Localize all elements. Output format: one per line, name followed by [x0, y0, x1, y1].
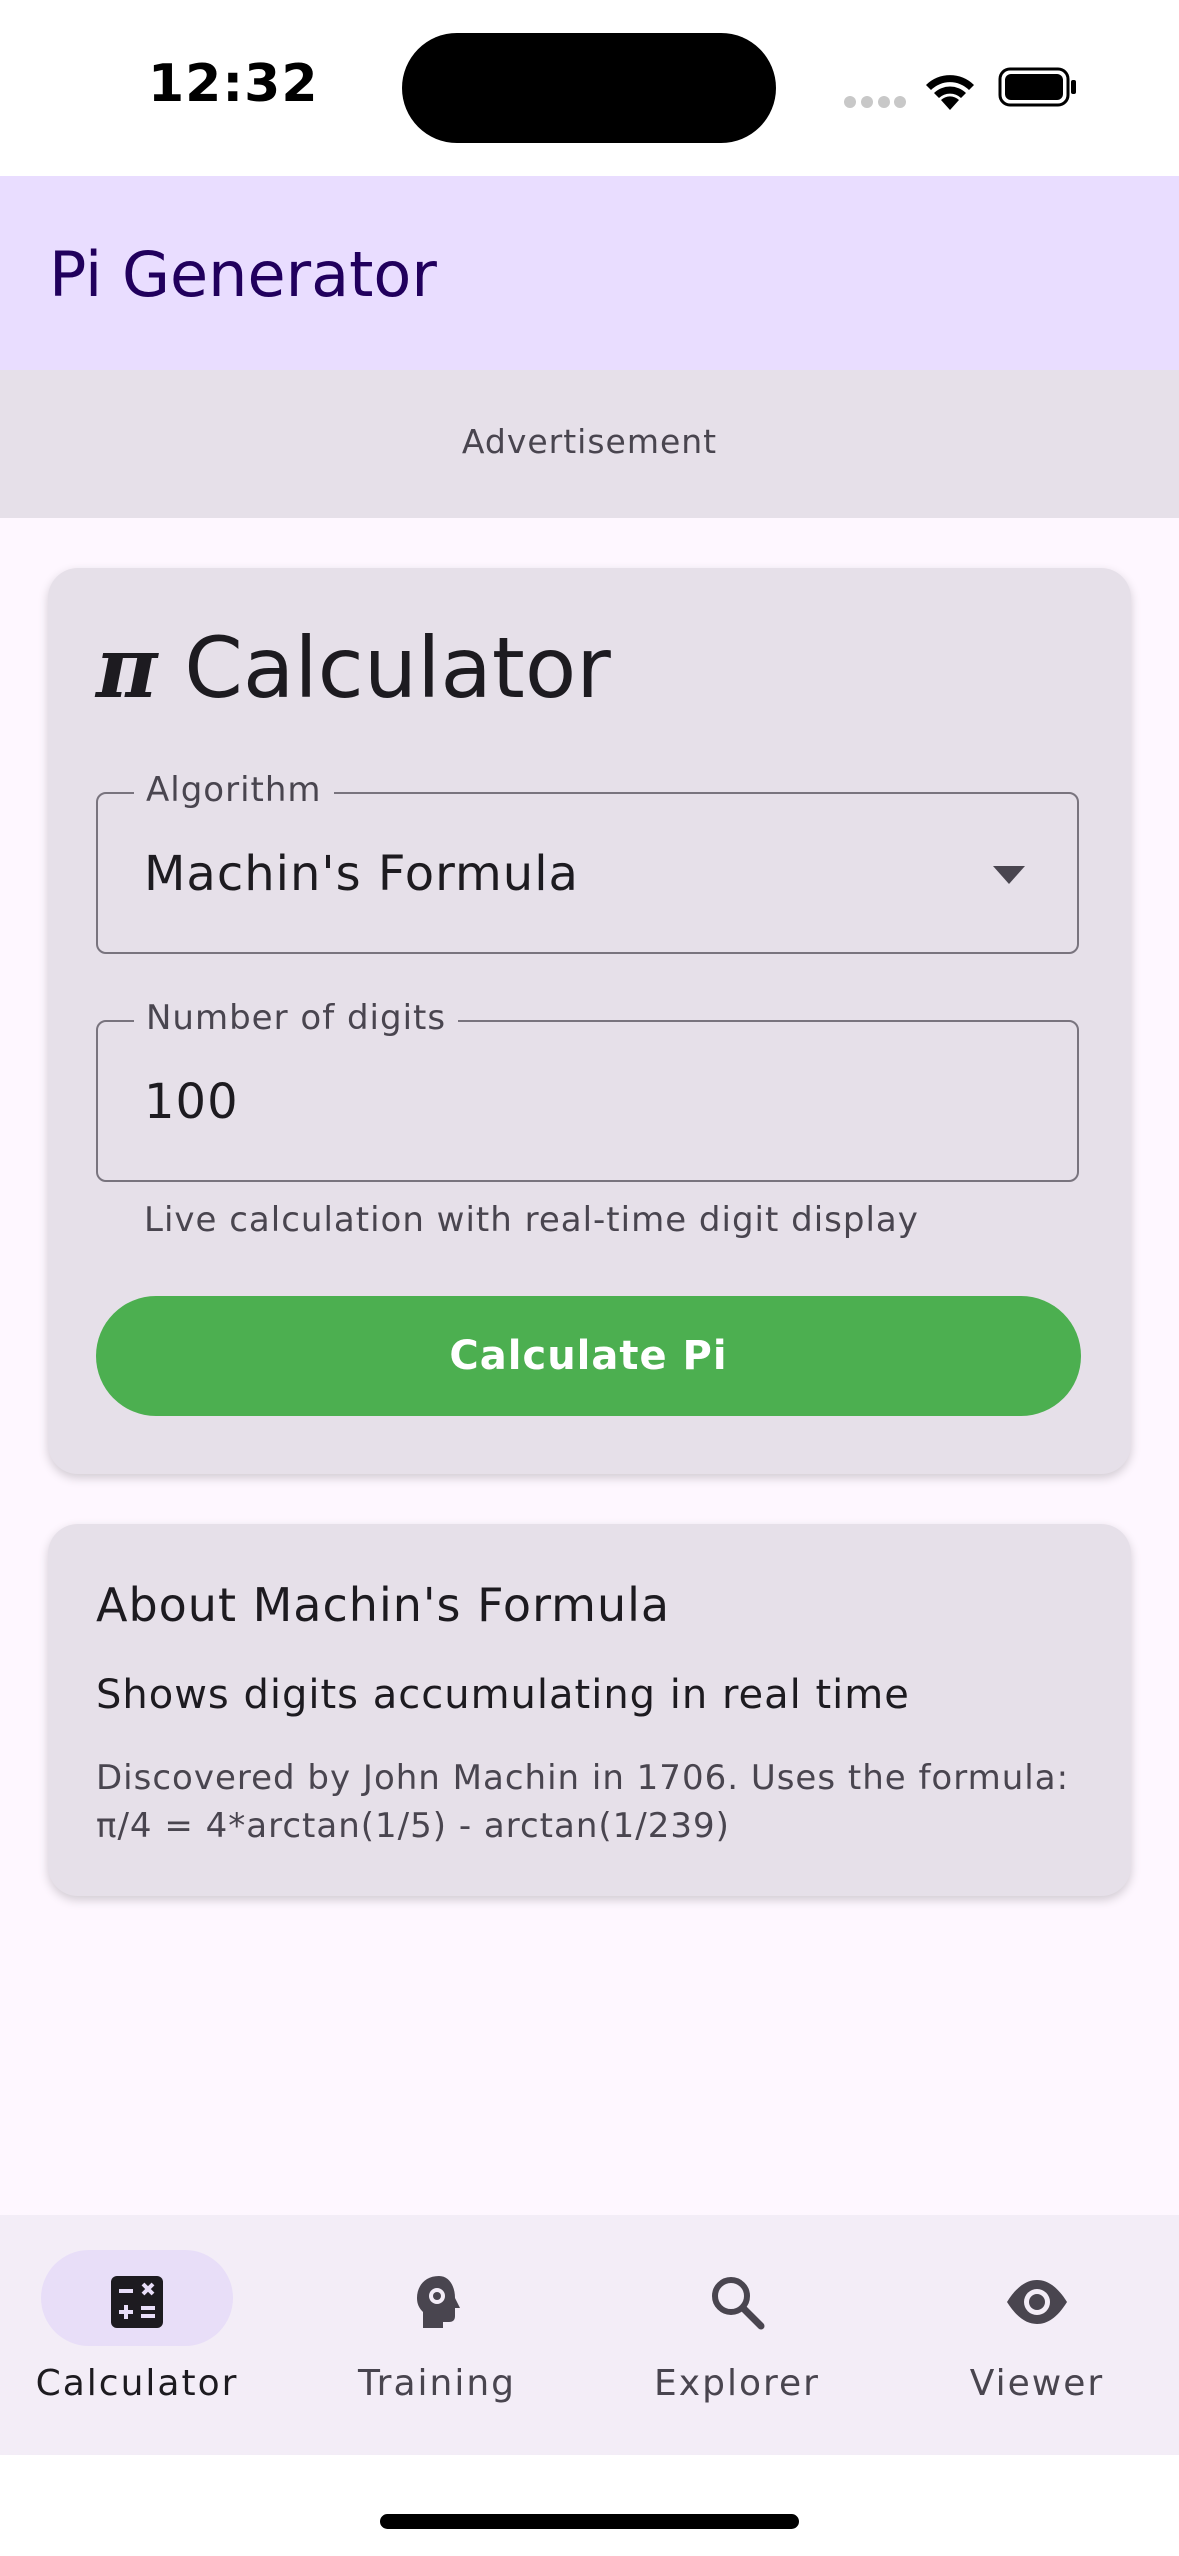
- about-subtitle: Shows digits accumulating in real time: [96, 1672, 910, 1718]
- search-icon: [712, 2277, 765, 2330]
- signal-dots-icon: [844, 96, 906, 110]
- nav-label-training: Training: [357, 2363, 517, 2404]
- nav-label-calculator: Calculator: [35, 2363, 239, 2404]
- digits-label: Number of digits: [134, 998, 459, 1038]
- algorithm-value: Machin's Formula: [144, 846, 579, 902]
- algorithm-label: Algorithm: [134, 770, 334, 810]
- calculator-icon: [111, 2276, 163, 2328]
- app-title: Pi Generator: [49, 238, 437, 311]
- home-indicator[interactable]: [380, 2514, 799, 2529]
- calculate-pi-button[interactable]: Calculate Pi: [96, 1296, 1081, 1416]
- ad-banner[interactable]: Advertisement: [0, 370, 1179, 518]
- about-title: About Machin's Formula: [96, 1578, 671, 1632]
- calculator-title-text: Calculator: [184, 619, 611, 717]
- digits-input[interactable]: Number of digits 100: [96, 998, 1079, 1182]
- psychology-icon: [417, 2276, 460, 2328]
- about-card: About Machin's Formula Shows digits accu…: [48, 1524, 1131, 1896]
- wifi-icon: [926, 75, 974, 110]
- ad-label: Advertisement: [461, 422, 718, 461]
- bottom-navigation: Calculator Training Explorer Viewer: [0, 2215, 1179, 2455]
- nav-item-viewer[interactable]: Viewer: [887, 2215, 1179, 2455]
- digits-helper-text: Live calculation with real-time digit di…: [144, 1200, 919, 1240]
- battery-icon: [998, 67, 1076, 107]
- nav-label-viewer: Viewer: [969, 2363, 1105, 2404]
- about-description: Discovered by John Machin in 1706. Uses …: [96, 1758, 1070, 1846]
- pi-symbol: π: [96, 618, 158, 717]
- status-time: 12:32: [148, 54, 319, 114]
- dropdown-arrow-icon[interactable]: [993, 866, 1025, 884]
- status-bar: 12:32: [0, 0, 1179, 176]
- app-bar: Pi Generator: [0, 176, 1179, 370]
- home-indicator-area: [0, 2455, 1179, 2556]
- eye-icon: [1007, 2280, 1067, 2324]
- nav-label-explorer: Explorer: [654, 2363, 820, 2404]
- nav-item-calculator[interactable]: Calculator: [0, 2215, 287, 2455]
- nav-item-explorer[interactable]: Explorer: [587, 2215, 887, 2455]
- dynamic-island: [402, 33, 776, 143]
- calculator-title: π Calculator: [96, 618, 611, 717]
- digits-value[interactable]: 100: [144, 1074, 239, 1130]
- algorithm-dropdown[interactable]: Algorithm Machin's Formula: [96, 770, 1079, 954]
- calculator-card: π Calculator Algorithm Machin's Formula …: [48, 568, 1131, 1474]
- nav-item-training[interactable]: Training: [287, 2215, 587, 2455]
